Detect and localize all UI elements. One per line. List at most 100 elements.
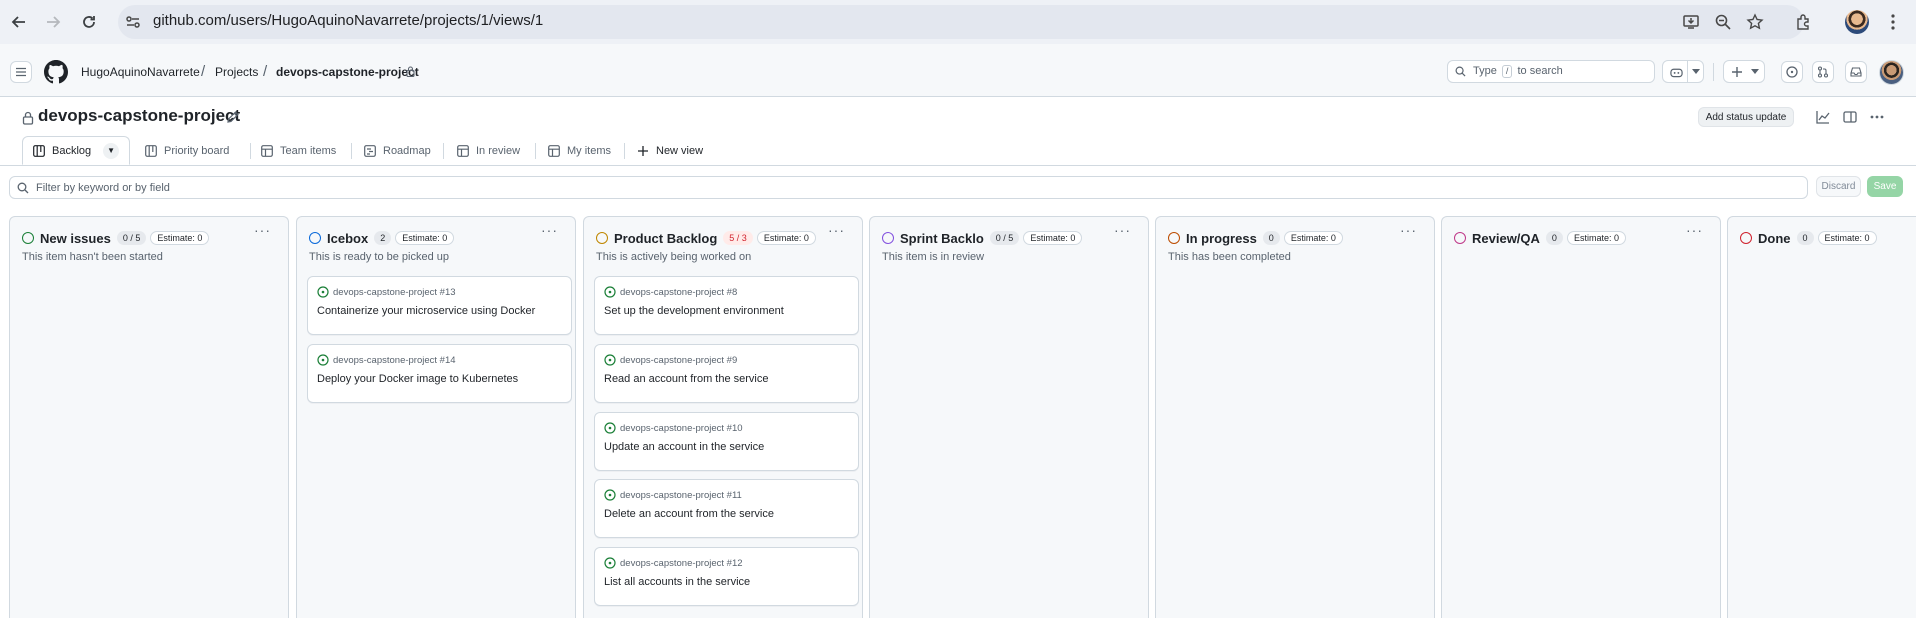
card-repo: devops-capstone-project #12 (604, 557, 743, 569)
column-new-issues: New issues 0 / 5 Estimate: 0 ··· This it… (9, 216, 289, 618)
column-count: 0 (1796, 231, 1814, 245)
chevron-down-icon[interactable]: ▼ (103, 142, 120, 159)
card-title[interactable]: Update an account in the service (604, 441, 764, 453)
zoom-icon[interactable] (1712, 11, 1734, 33)
card-title[interactable]: Read an account from the service (604, 373, 768, 385)
copilot-button[interactable] (1662, 60, 1704, 83)
column-in-progress: In progress 0 Estimate: 0 ··· This has b… (1155, 216, 1435, 618)
column-count: 0 / 5 (116, 231, 147, 245)
create-new-button[interactable] (1723, 60, 1765, 83)
status-circle-icon (882, 232, 894, 244)
add-status-update-button[interactable]: Add status update (1698, 107, 1794, 127)
column-description: This has been completed (1168, 251, 1291, 263)
insights-button[interactable] (1811, 106, 1835, 128)
card-title[interactable]: Deploy your Docker image to Kubernetes (317, 373, 518, 385)
card-title[interactable]: List all accounts in the service (604, 576, 750, 588)
issue-card[interactable]: devops-capstone-project #10 Update an ac… (594, 412, 859, 471)
more-menu-icon[interactable] (1882, 11, 1904, 33)
column-review-qa: Review/QA 0 Estimate: 0 ··· (1441, 216, 1721, 618)
column-title: Sprint Backlo (900, 230, 984, 246)
back-button[interactable] (6, 9, 32, 35)
search-suffix: to search (1517, 65, 1563, 77)
forward-button[interactable] (40, 9, 66, 35)
extensions-icon[interactable] (1793, 11, 1815, 33)
hamburger-button[interactable] (10, 61, 32, 83)
git-pull-request-icon (1817, 66, 1829, 78)
column-description: This item hasn't been started (22, 251, 163, 263)
issue-card[interactable]: devops-capstone-project #14 Deploy your … (307, 344, 572, 403)
new-view-button[interactable]: New view (637, 136, 703, 165)
breadcrumb-projects[interactable]: Projects (215, 65, 258, 79)
install-app-icon[interactable] (1680, 11, 1702, 33)
breadcrumb-project[interactable]: devops-capstone-project (276, 65, 419, 79)
project-menu-button[interactable] (1865, 106, 1889, 128)
card-repo: devops-capstone-project #11 (604, 489, 742, 501)
tab-my-items[interactable]: My items (548, 136, 611, 165)
issue-card[interactable]: devops-capstone-project #11 Delete an ac… (594, 479, 859, 538)
tab-label: Team items (280, 144, 337, 157)
column-menu-icon[interactable]: ··· (254, 223, 270, 241)
site-settings-icon[interactable] (124, 13, 142, 31)
column-menu-icon[interactable]: ··· (541, 223, 557, 241)
column-header: Done 0 Estimate: 0 (1740, 229, 1914, 247)
inbox-button[interactable] (1845, 61, 1867, 83)
inbox-icon (1850, 67, 1862, 77)
copilot-icon (1670, 68, 1683, 78)
discard-button[interactable]: Discard (1816, 176, 1861, 197)
column-menu-icon[interactable]: ··· (1114, 223, 1130, 241)
column-header: Icebox 2 Estimate: 0 (309, 229, 563, 247)
tab-backlog[interactable]: Backlog ▼ (22, 136, 131, 165)
column-header: Review/QA 0 Estimate: 0 (1454, 229, 1708, 247)
column-menu-icon[interactable]: ··· (1400, 223, 1416, 241)
bookmark-star-icon[interactable] (1744, 11, 1766, 33)
issue-card[interactable]: devops-capstone-project #9 Read an accou… (594, 344, 859, 403)
column-estimate: Estimate: 0 (395, 231, 455, 245)
side-panel-button[interactable] (1838, 106, 1862, 128)
column-estimate: Estimate: 0 (1283, 231, 1343, 245)
card-repo-label: devops-capstone-project #13 (333, 286, 456, 298)
pencil-icon[interactable] (226, 110, 240, 124)
divider (1713, 63, 1714, 81)
issues-button[interactable] (1781, 61, 1803, 83)
table-icon (457, 144, 469, 157)
tab-priority-board[interactable]: Priority board (145, 136, 229, 165)
url-text[interactable]: github.com/users/HugoAquinoNavarrete/pro… (153, 12, 543, 29)
browser-profile-avatar[interactable] (1845, 10, 1869, 34)
pull-requests-button[interactable] (1812, 61, 1834, 83)
column-description: This item is in review (882, 251, 985, 263)
column-menu-icon[interactable]: ··· (828, 223, 844, 241)
tab-team-items[interactable]: Team items (261, 136, 336, 165)
column-icebox: Icebox 2 Estimate: 0 ··· This is ready t… (296, 216, 576, 618)
new-view-label: New view (656, 144, 704, 157)
card-title[interactable]: Delete an account from the service (604, 508, 774, 520)
save-button[interactable]: Save (1867, 176, 1903, 197)
card-title[interactable]: Containerize your microservice using Doc… (317, 305, 535, 317)
column-description: This is ready to be picked up (309, 251, 450, 263)
issue-card[interactable]: devops-capstone-project #12 List all acc… (594, 547, 859, 606)
hamburger-icon (16, 67, 26, 77)
user-avatar[interactable] (1879, 60, 1904, 85)
board-icon (145, 144, 157, 157)
status-circle-icon (309, 232, 321, 244)
column-header: Product Backlog 5 / 3 Estimate: 0 (596, 229, 850, 247)
breadcrumb-separator: / (201, 63, 206, 80)
reload-icon (83, 16, 95, 28)
breadcrumb-owner[interactable]: HugoAquinoNavarrete (81, 65, 200, 79)
card-title[interactable]: Set up the development environment (604, 305, 784, 317)
github-logo-icon[interactable] (44, 60, 68, 84)
tab-divider (443, 143, 444, 159)
issue-opened-icon (604, 489, 616, 501)
tab-roadmap[interactable]: Roadmap (364, 136, 431, 165)
column-menu-icon[interactable]: ··· (1686, 223, 1702, 241)
tab-label: My items (567, 144, 611, 157)
column-title: In progress (1186, 230, 1257, 246)
issue-card[interactable]: devops-capstone-project #8 Set up the de… (594, 276, 859, 335)
issue-card[interactable]: devops-capstone-project #13 Containerize… (307, 276, 572, 335)
reload-button[interactable] (76, 9, 102, 35)
tab-in-review[interactable]: In review (457, 136, 520, 165)
filter-input[interactable] (9, 176, 1808, 199)
column-count: 5 / 3 (723, 231, 753, 245)
column-count: 0 (1262, 231, 1280, 245)
graph-icon (1816, 111, 1830, 124)
column-title: Icebox (327, 230, 369, 246)
